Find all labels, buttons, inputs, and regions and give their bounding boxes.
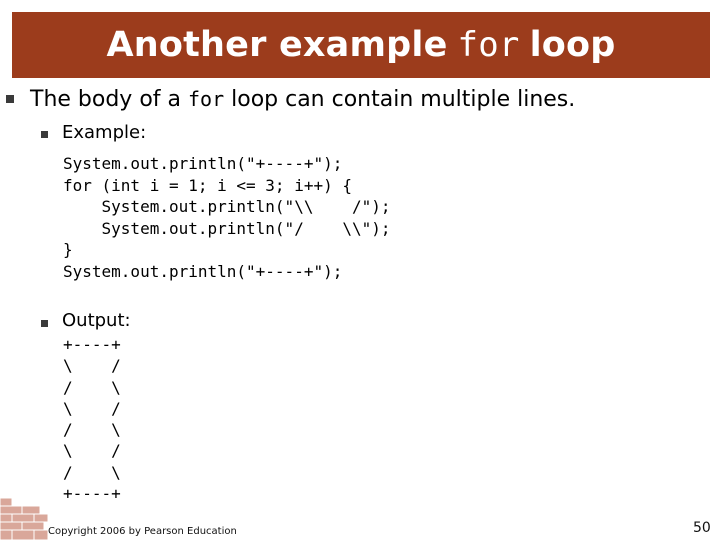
title-suffix: loop xyxy=(529,25,616,65)
code-line: System.out.println("+----+"); xyxy=(63,154,343,173)
bullet-square-icon xyxy=(6,95,14,103)
code-line: } xyxy=(63,240,73,259)
bullet-text-before: The body of a xyxy=(30,87,188,112)
output-line: \ / xyxy=(63,356,121,376)
brick-decoration-icon xyxy=(0,497,49,540)
bullet-text-main: The body of a for loop can contain multi… xyxy=(30,87,575,112)
slide-title: Another example for loop xyxy=(12,12,710,78)
output-line: / \ xyxy=(63,462,121,482)
code-line: System.out.println("/ \\"); xyxy=(63,218,391,238)
output-label: Output: xyxy=(62,310,131,331)
page-number: 50 xyxy=(693,520,711,536)
bullet-text-after: loop can contain multiple lines. xyxy=(224,87,576,112)
output-line: \ / xyxy=(63,441,121,461)
code-line: System.out.println("\\ /"); xyxy=(63,197,391,216)
output-line: +----+ xyxy=(63,484,121,504)
code-line: for (int i = 1; i <= 3; i++) { xyxy=(63,175,352,195)
output-line: +----+ xyxy=(63,335,121,354)
example-label: Example: xyxy=(62,122,147,143)
sub-bullet-square-icon xyxy=(41,320,48,327)
output-line: / \ xyxy=(63,420,121,440)
output-line: / \ xyxy=(63,377,121,397)
code-line: System.out.println("+----+"); xyxy=(63,261,343,281)
output-block: +----+ \ / / \ \ / / \ \ / / \ +----+ xyxy=(63,334,121,504)
title-code-keyword: for xyxy=(457,25,520,65)
bullet-text-code: for xyxy=(188,87,225,111)
copyright-text: Copyright 2006 by Pearson Education xyxy=(48,526,237,537)
code-block: System.out.println("+----+"); for (int i… xyxy=(63,153,391,282)
output-line: \ / xyxy=(63,398,121,418)
sub-bullet-square-icon xyxy=(41,131,48,138)
title-prefix: Another example xyxy=(106,25,448,65)
